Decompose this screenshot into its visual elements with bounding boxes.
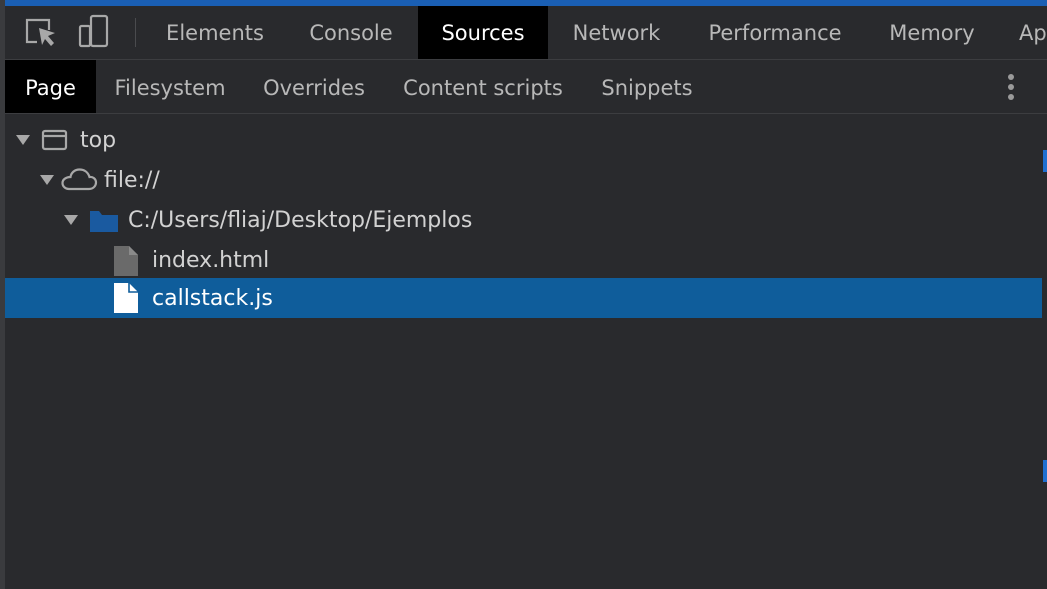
tree-item-top[interactable]: top: [5, 120, 1042, 160]
tree-item-folder[interactable]: C:/Users/fliaj/Desktop/Ejemplos: [5, 200, 1042, 240]
tree-item-label: file://: [104, 168, 160, 193]
file-icon: [114, 246, 138, 276]
tab-performance[interactable]: Performance: [687, 6, 863, 59]
devtools-toolbar: Elements Console Sources Network Perform…: [5, 6, 1047, 60]
subtab-overrides[interactable]: Overrides: [245, 60, 383, 113]
tab-sources[interactable]: Sources: [418, 6, 548, 59]
tree-item-label: top: [80, 128, 117, 153]
expand-arrow-icon[interactable]: [16, 135, 30, 145]
tree-item-label: index.html: [152, 248, 270, 273]
tab-application[interactable]: Ap: [1019, 6, 1047, 59]
file-tree: top file:// C:/Users/fliaj/Desktop/Ejemp…: [5, 114, 1042, 589]
tree-item-label: callstack.js: [152, 286, 273, 311]
sources-navigator-tabs: Page Filesystem Overrides Content script…: [5, 60, 1047, 114]
more-options-icon[interactable]: [1000, 72, 1022, 102]
subtab-snippets[interactable]: Snippets: [583, 60, 711, 113]
frame-icon: [41, 129, 68, 151]
file-icon: [114, 283, 138, 313]
inspect-element-icon[interactable]: [17, 6, 67, 59]
tree-item-index-html[interactable]: index.html: [5, 240, 1042, 280]
subtab-page[interactable]: Page: [5, 60, 96, 113]
toolbar-divider: [135, 18, 136, 47]
expand-arrow-icon[interactable]: [40, 175, 54, 185]
subtab-filesystem[interactable]: Filesystem: [97, 60, 243, 113]
tree-item-callstack-js[interactable]: callstack.js: [5, 278, 1042, 318]
tab-console[interactable]: Console: [285, 6, 417, 59]
subtab-content-scripts[interactable]: Content scripts: [385, 60, 581, 113]
tab-memory[interactable]: Memory: [867, 6, 997, 59]
tree-item-label: C:/Users/fliaj/Desktop/Ejemplos: [128, 208, 473, 233]
device-toolbar-icon[interactable]: [71, 6, 121, 59]
tab-elements[interactable]: Elements: [147, 6, 283, 59]
cloud-icon: [61, 168, 98, 191]
scroll-marker: [1043, 150, 1047, 172]
scroll-marker: [1043, 460, 1047, 482]
tree-item-file-protocol[interactable]: file://: [5, 160, 1042, 200]
tab-network[interactable]: Network: [550, 6, 683, 59]
folder-icon: [90, 211, 118, 232]
expand-arrow-icon[interactable]: [64, 215, 78, 225]
